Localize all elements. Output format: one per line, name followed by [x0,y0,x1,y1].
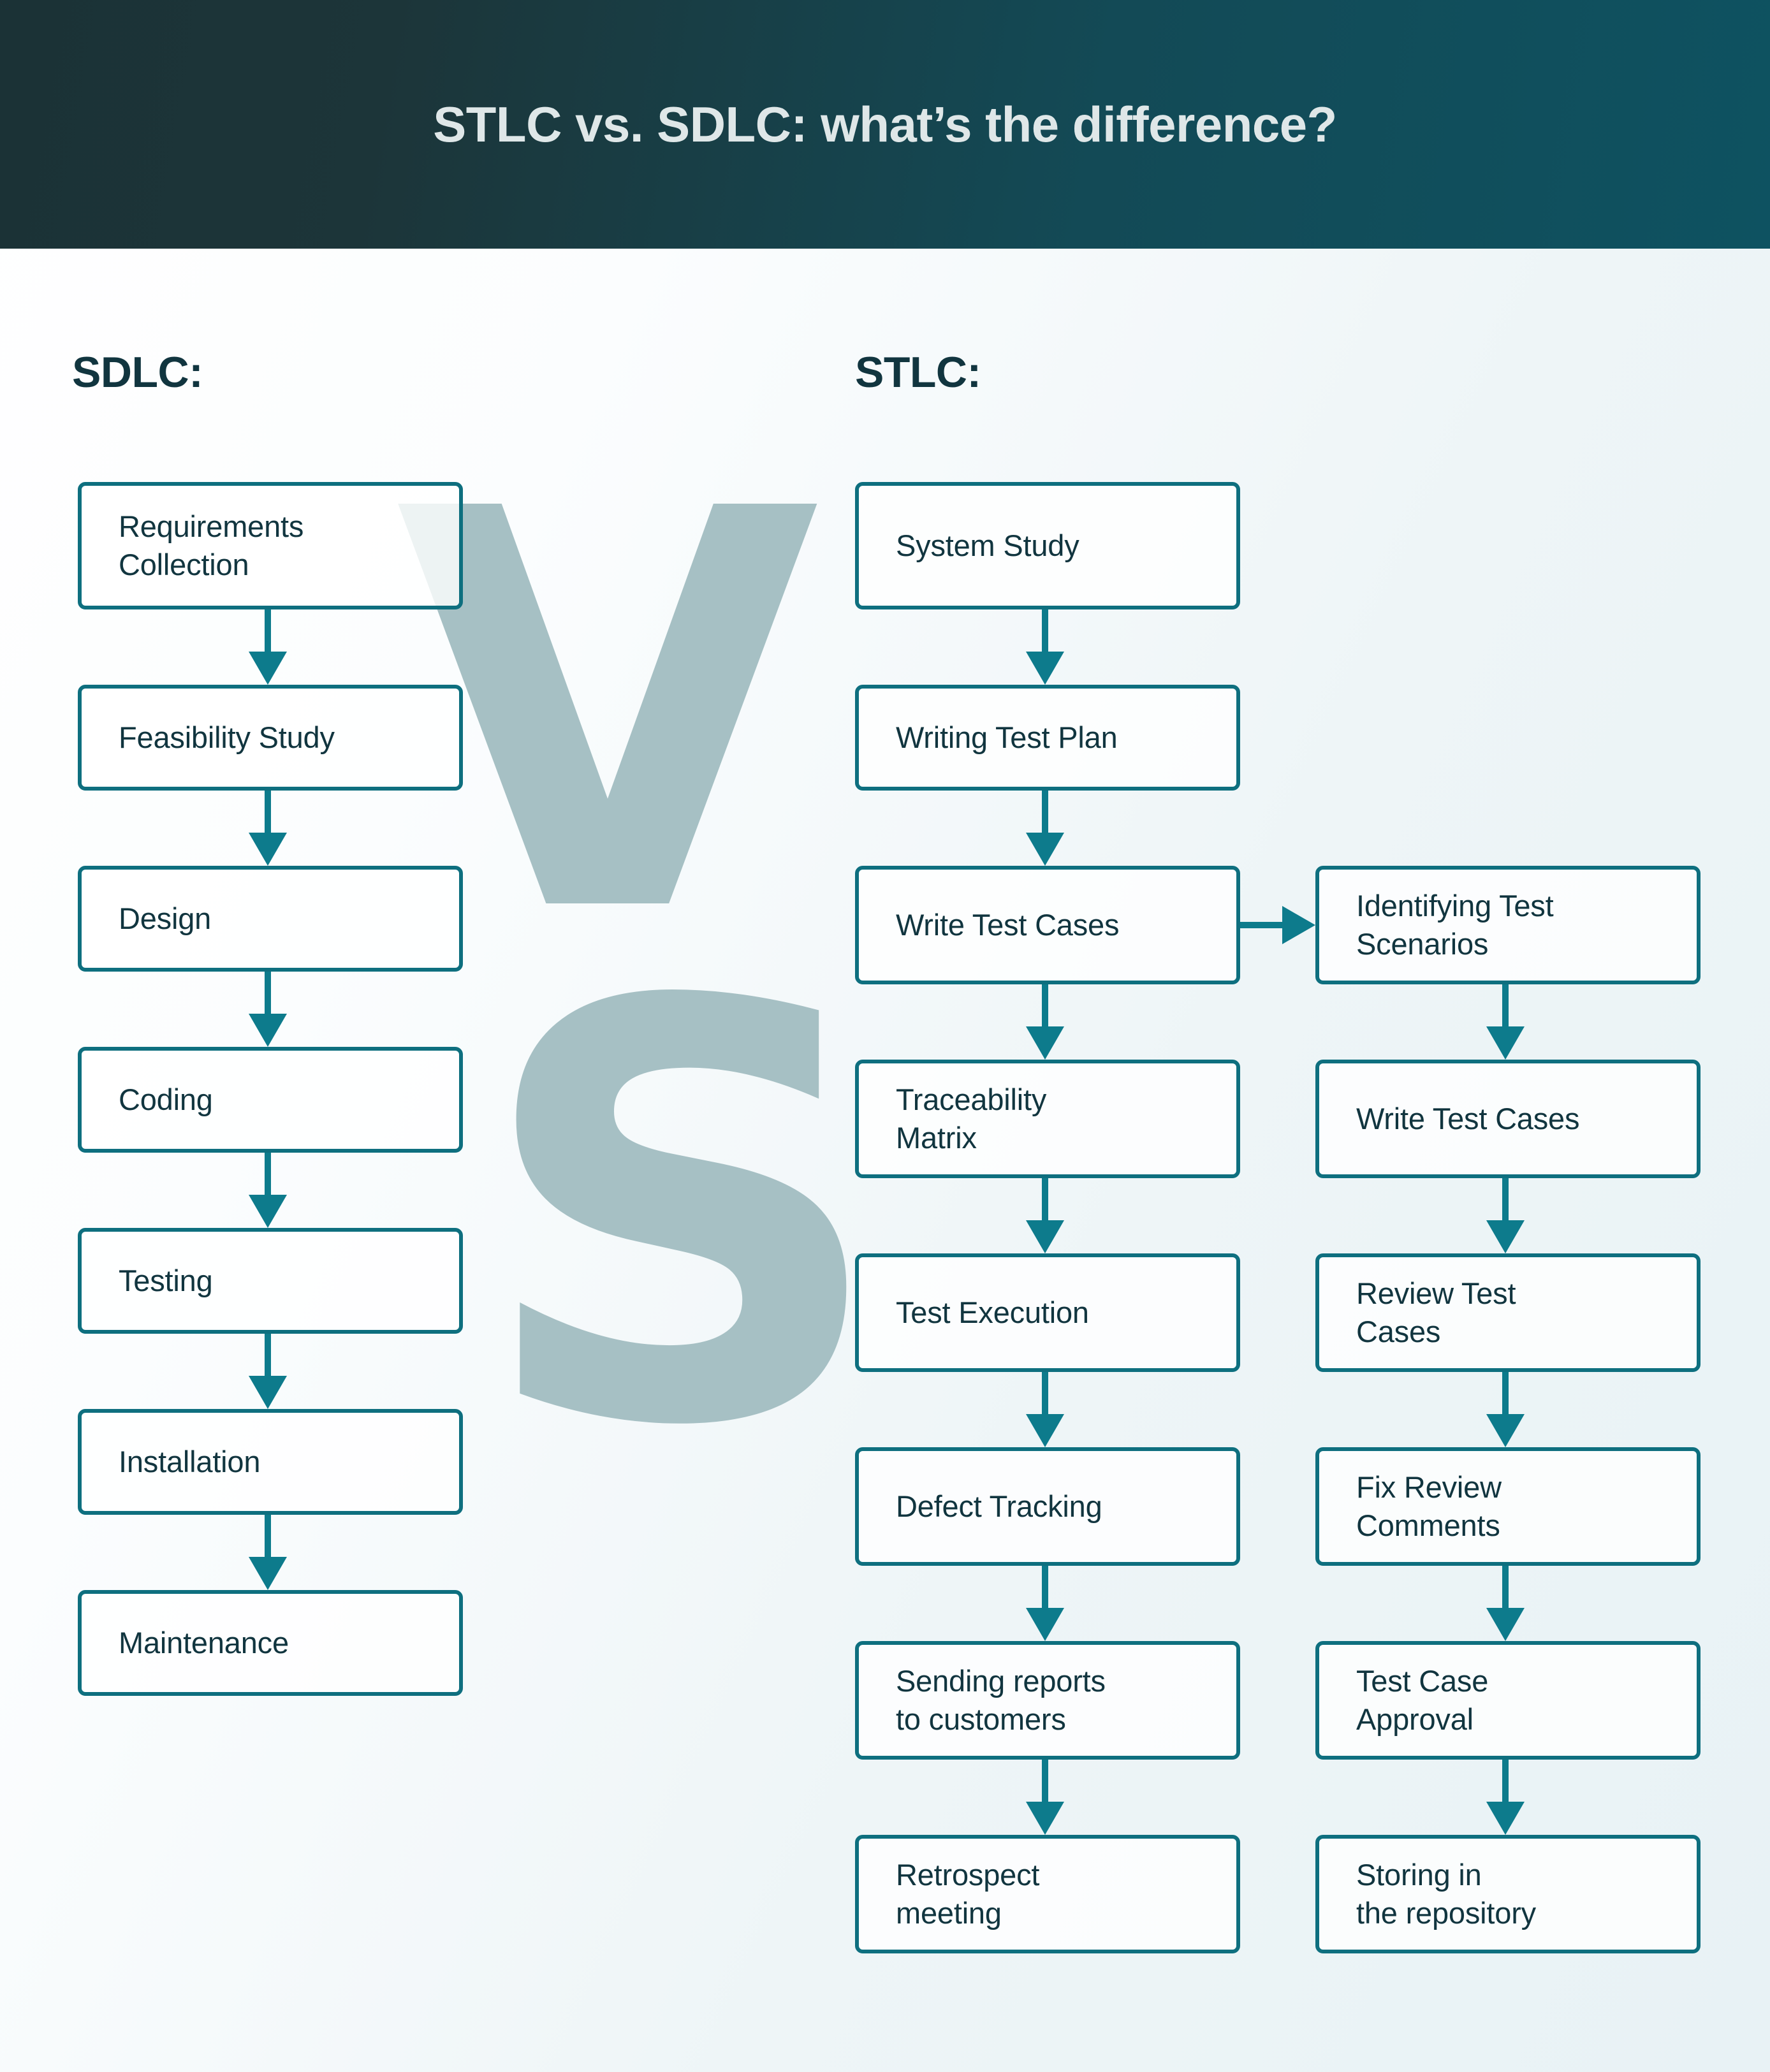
node-label: Writing Test Plan [896,720,1118,754]
node-label: Sending reports to customers [896,1663,1106,1736]
arrow-stlc-7 [1026,1760,1064,1835]
node-branch-storing-in-the-repository[interactable]: Storing in the repository [1315,1835,1701,1953]
column-heading-sdlc: SDLC: [72,348,203,397]
node-label: Requirements Collection [119,509,304,581]
node-sdlc-installation[interactable]: Installation [78,1409,463,1515]
arrow-branch-3 [1486,1372,1525,1447]
node-sdlc-maintenance[interactable]: Maintenance [78,1590,463,1696]
node-sdlc-feasibility-study[interactable]: Feasibility Study [78,685,463,791]
arrow-sdlc-4 [249,1153,287,1228]
node-stlc-retrospect-meeting[interactable]: Retrospect meeting [855,1835,1240,1953]
node-label: Testing [119,1263,213,1297]
arrow-branch-4 [1486,1566,1525,1641]
node-label: Installation [119,1444,261,1478]
node-branch-test-case-approval[interactable]: Test Case Approval [1315,1641,1701,1760]
node-label: Identifying Test Scenarios [1356,888,1554,961]
node-label: System Study [896,528,1079,562]
arrow-branch-5 [1486,1760,1525,1835]
node-label: Write Test Cases [896,907,1120,942]
arrow-stlc-5 [1026,1372,1064,1447]
arrow-sdlc-5 [249,1334,287,1409]
node-sdlc-coding[interactable]: Coding [78,1047,463,1153]
node-label: Review Test Cases [1356,1276,1516,1348]
node-label: Write Test Cases [1356,1101,1580,1135]
page-header: STLC vs. SDLC: what’s the difference? [0,0,1770,249]
node-sdlc-design[interactable]: Design [78,866,463,972]
node-label: Test Case Approval [1356,1663,1489,1736]
node-stlc-writing-test-plan[interactable]: Writing Test Plan [855,685,1240,791]
arrow-sdlc-2 [249,791,287,866]
node-label: Test Execution [896,1295,1089,1329]
page-title: STLC vs. SDLC: what’s the difference? [433,96,1337,152]
arrow-branch-1 [1486,984,1525,1060]
node-sdlc-testing[interactable]: Testing [78,1228,463,1334]
node-label: Coding [119,1082,213,1116]
node-label: Storing in the repository [1356,1857,1536,1930]
node-label: Defect Tracking [896,1489,1102,1523]
arrow-stlc-branch [1240,906,1315,944]
arrow-sdlc-1 [249,609,287,685]
diagram-canvas: SDLC: Requirements Collection Feasibilit… [0,249,1770,2072]
node-stlc-system-study[interactable]: System Study [855,482,1240,609]
node-sdlc-requirements-collection[interactable]: Requirements Collection [78,482,463,609]
arrow-branch-2 [1486,1178,1525,1253]
arrow-sdlc-6 [249,1515,287,1590]
arrow-stlc-3 [1026,984,1064,1060]
node-branch-review-test-cases[interactable]: Review Test Cases [1315,1253,1701,1372]
arrow-stlc-1 [1026,609,1064,685]
node-stlc-defect-tracking[interactable]: Defect Tracking [855,1447,1240,1566]
node-branch-write-test-cases[interactable]: Write Test Cases [1315,1060,1701,1178]
node-label: Design [119,901,212,935]
node-stlc-write-test-cases[interactable]: Write Test Cases [855,866,1240,984]
node-stlc-sending-reports-to-customers[interactable]: Sending reports to customers [855,1641,1240,1760]
node-label: Retrospect meeting [896,1857,1040,1930]
node-label: Traceability Matrix [896,1082,1047,1155]
column-heading-stlc: STLC: [855,348,981,397]
arrow-sdlc-3 [249,972,287,1047]
node-stlc-traceability-matrix[interactable]: Traceability Matrix [855,1060,1240,1178]
arrow-stlc-4 [1026,1178,1064,1253]
node-branch-fix-review-comments[interactable]: Fix Review Comments [1315,1447,1701,1566]
node-branch-identifying-test-scenarios[interactable]: Identifying Test Scenarios [1315,866,1701,984]
node-stlc-test-execution[interactable]: Test Execution [855,1253,1240,1372]
node-label: Maintenance [119,1625,289,1660]
arrow-stlc-6 [1026,1566,1064,1641]
node-label: Feasibility Study [119,720,335,754]
arrow-stlc-2 [1026,791,1064,866]
node-label: Fix Review Comments [1356,1470,1502,1542]
